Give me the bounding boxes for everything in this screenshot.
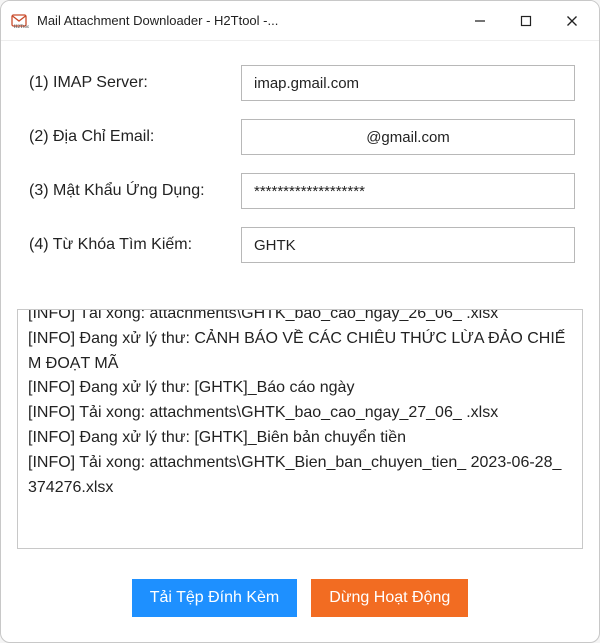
log-line: [INFO] Đang xử lý thư: [GHTK]_Biên bản c…: [28, 426, 572, 451]
row-email: (2) Địa Chỉ Email:: [25, 119, 575, 155]
maximize-button[interactable]: [503, 1, 549, 40]
window-controls: [457, 1, 595, 40]
titlebar: H2Ttool Mail Attachment Downloader - H2T…: [1, 1, 599, 41]
minimize-button[interactable]: [457, 1, 503, 40]
password-input[interactable]: [241, 173, 575, 209]
password-label: (3) Mật Khẩu Ứng Dụng:: [25, 182, 241, 200]
row-imap: (1) IMAP Server:: [25, 65, 575, 101]
log-line: [INFO] Tải xong: attachments\GHTK_bao_ca…: [28, 309, 572, 327]
imap-label: (1) IMAP Server:: [25, 74, 241, 92]
content-area: (1) IMAP Server: (2) Địa Chỉ Email: (3) …: [1, 41, 599, 642]
email-label: (2) Địa Chỉ Email:: [25, 128, 241, 146]
button-row: Tải Tệp Đính Kèm Dừng Hoạt Động: [25, 579, 575, 617]
keyword-label: (4) Từ Khóa Tìm Kiếm:: [25, 236, 241, 254]
stop-button[interactable]: Dừng Hoạt Động: [311, 579, 468, 617]
email-input[interactable]: [241, 119, 575, 155]
app-window: H2Ttool Mail Attachment Downloader - H2T…: [0, 0, 600, 643]
keyword-input[interactable]: [241, 227, 575, 263]
imap-input[interactable]: [241, 65, 575, 101]
close-button[interactable]: [549, 1, 595, 40]
log-line: [INFO] Đang xử lý thư: [GHTK]_Báo cáo ng…: [28, 376, 572, 401]
row-password: (3) Mật Khẩu Ứng Dụng:: [25, 173, 575, 209]
log-line: [INFO] Đang xử lý thư: CẢNH BÁO VỀ CÁC C…: [28, 327, 572, 377]
log-line: [INFO] Tải xong: attachments\GHTK_bao_ca…: [28, 401, 572, 426]
log-line: [INFO] Tải xong: attachments\GHTK_Bien_b…: [28, 451, 572, 501]
window-title: Mail Attachment Downloader - H2Ttool -..…: [37, 13, 457, 28]
log-output[interactable]: [INFO] Tải xong: attachments\GHTK_bao_ca…: [17, 309, 583, 549]
download-button[interactable]: Tải Tệp Đính Kèm: [132, 579, 298, 617]
row-keyword: (4) Từ Khóa Tìm Kiếm:: [25, 227, 575, 263]
app-icon: H2Ttool: [11, 12, 29, 30]
svg-text:H2Ttool: H2Ttool: [14, 25, 29, 30]
